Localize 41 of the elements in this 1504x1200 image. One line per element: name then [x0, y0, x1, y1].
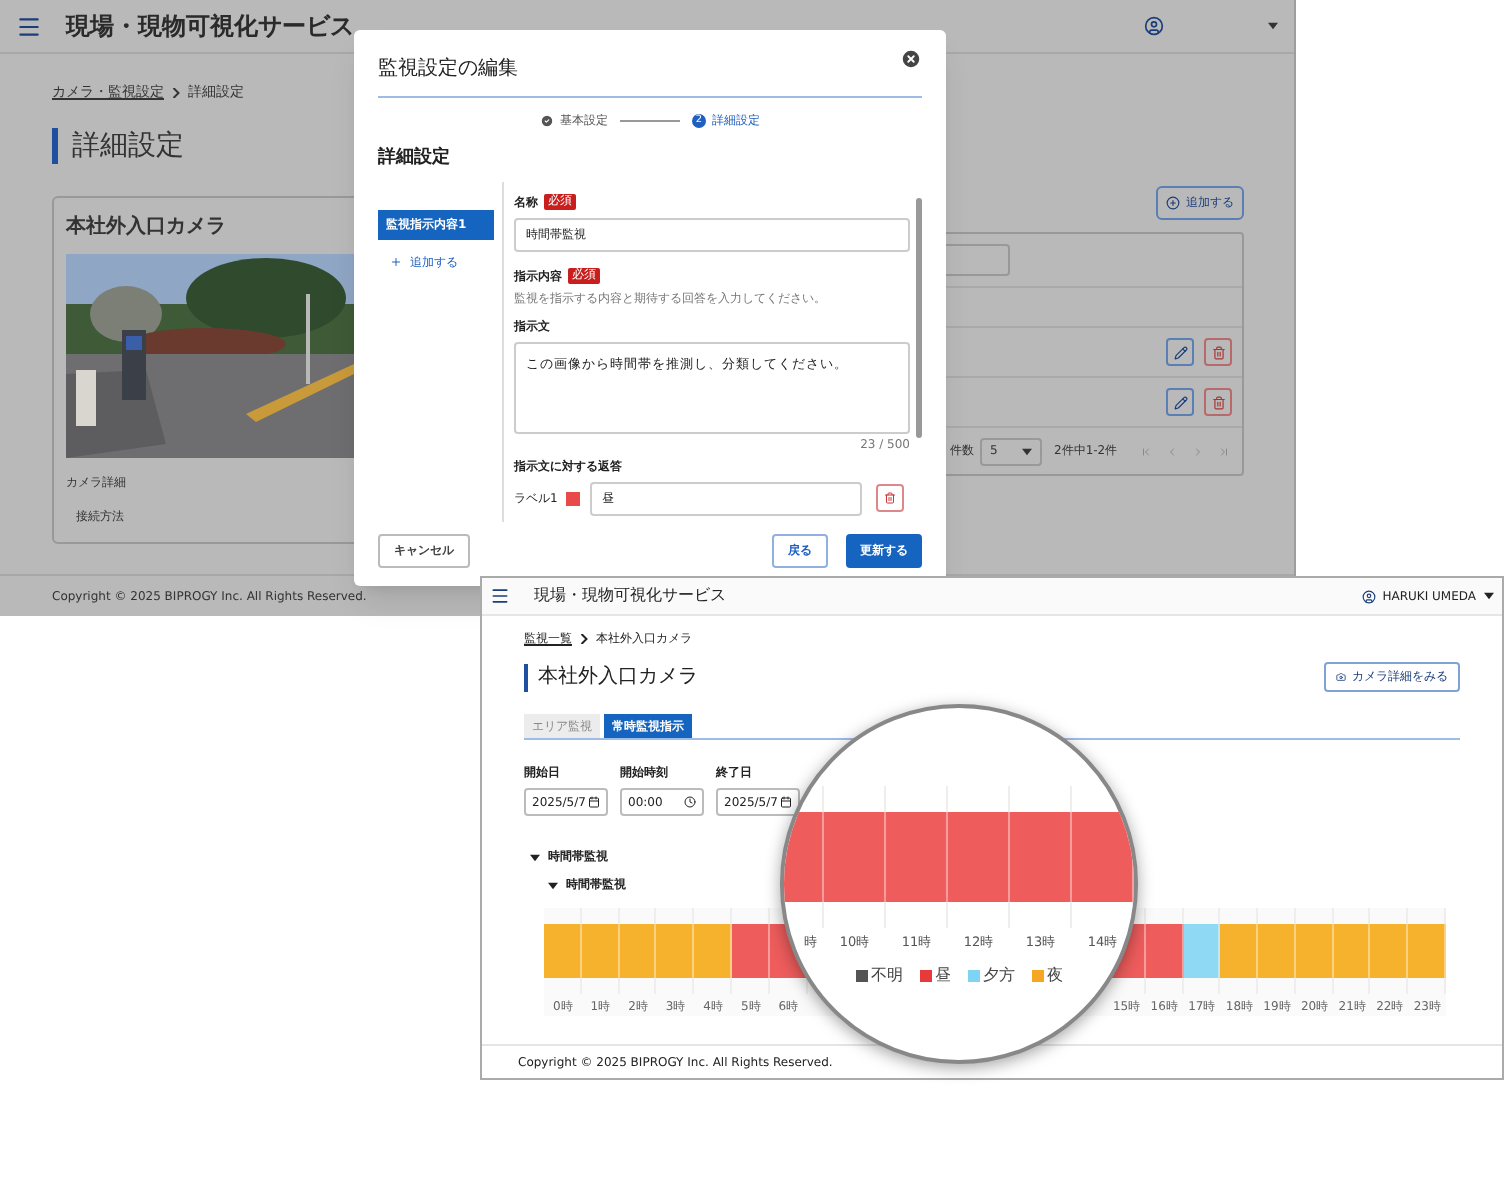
menu-icon[interactable] [16, 13, 42, 39]
page-title: 本社外入口カメラ [538, 663, 698, 692]
pencil-icon [1173, 345, 1187, 359]
legend-label: 夜 [1047, 963, 1063, 988]
section-title: 詳細設定 [378, 146, 452, 172]
legend-label: 夕方 [983, 963, 1015, 988]
delete-button[interactable] [876, 484, 904, 512]
plus-icon [1166, 196, 1180, 210]
caret-icon [1022, 447, 1032, 455]
caret-icon [1484, 592, 1494, 600]
delete-button[interactable] [1204, 338, 1232, 366]
trash-icon [1211, 395, 1225, 409]
calendar-icon[interactable] [588, 796, 600, 808]
caret-icon [530, 853, 540, 861]
delete-button[interactable] [1204, 388, 1232, 416]
page-title: 詳細設定 [72, 127, 184, 165]
camera-icon [1336, 672, 1346, 682]
caret-icon [548, 881, 558, 889]
color-swatch[interactable] [566, 491, 580, 505]
clock-icon[interactable] [684, 796, 696, 808]
user-icon[interactable] [1362, 589, 1377, 603]
app-title: 現場・現物可視化サービス [534, 584, 726, 608]
chevron-icon [580, 634, 588, 644]
calendar-icon[interactable] [780, 796, 792, 808]
legend-label: 昼 [935, 963, 951, 988]
pencil-icon [1173, 395, 1187, 409]
edit-button[interactable] [1166, 338, 1194, 366]
app-title: 現場・現物可視化サービス [66, 10, 354, 44]
edit-button[interactable] [1166, 388, 1194, 416]
chevron-icon [172, 87, 180, 98]
dialog-title: 監視設定の編集 [378, 55, 518, 84]
caret-icon [1268, 22, 1278, 30]
user-icon[interactable] [1144, 16, 1164, 36]
menu-icon[interactable] [490, 586, 510, 606]
close-icon[interactable] [900, 48, 922, 70]
trash-icon [884, 492, 896, 504]
card-title: 本社外入口カメラ [66, 213, 228, 241]
check-icon [540, 114, 554, 128]
legend-label: 不明 [871, 963, 903, 988]
plus-icon [390, 256, 402, 268]
trash-icon [1211, 345, 1225, 359]
